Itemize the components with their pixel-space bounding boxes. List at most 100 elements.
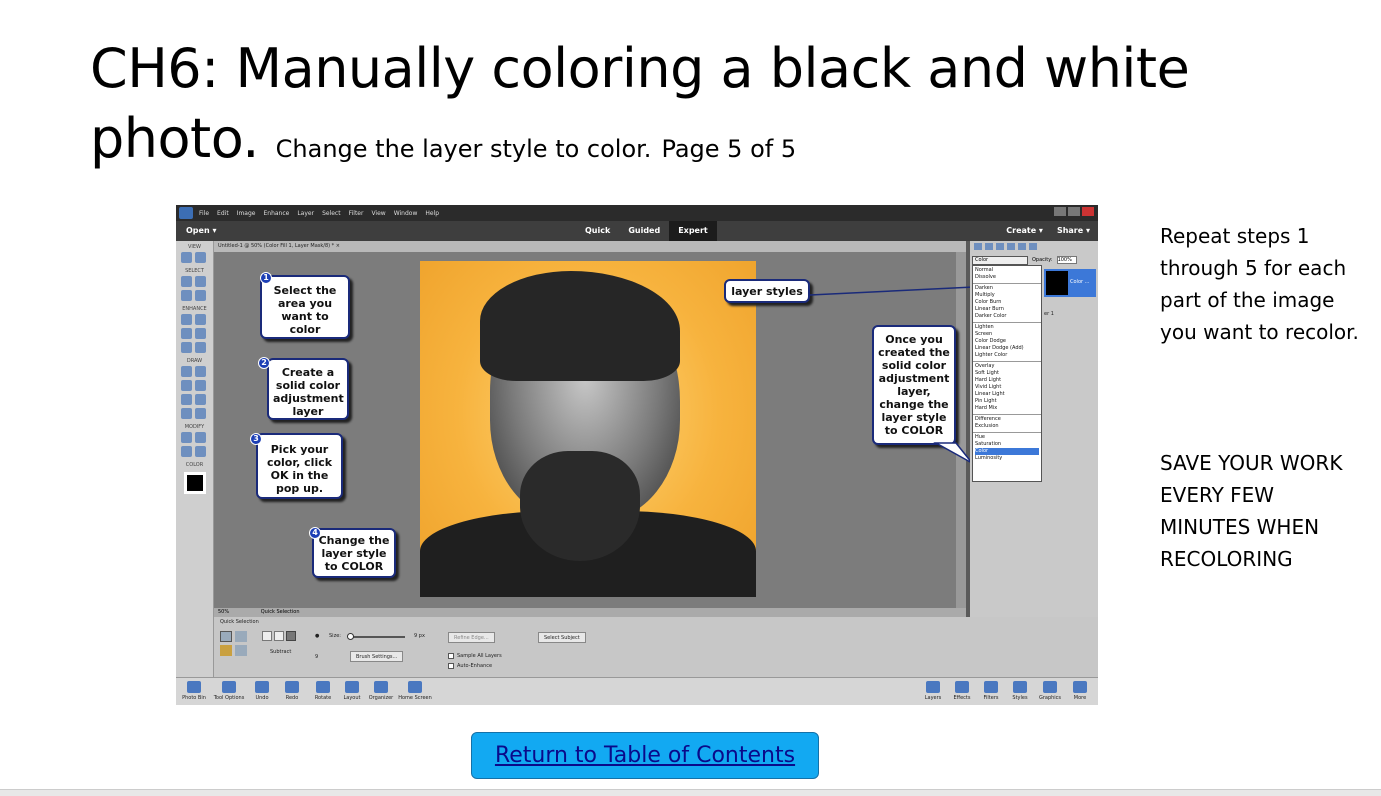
size-label: Size:	[329, 633, 341, 639]
blend-option[interactable]: Difference	[975, 416, 1039, 423]
magic-wand-icon[interactable]	[220, 645, 232, 656]
bottom-taskbar: Photo Bin Tool Options Undo Redo Rotate …	[176, 677, 1098, 705]
filters-button[interactable]: Filters	[979, 681, 1003, 701]
rotate-button[interactable]: Rotate	[310, 681, 336, 701]
auto-enhance-checkbox[interactable]	[448, 663, 454, 669]
new-selection-icon[interactable]	[262, 631, 272, 641]
tool-options-label: Tool Options	[213, 695, 245, 701]
opacity-value: 100%	[1057, 257, 1072, 263]
blend-option[interactable]: Saturation	[975, 441, 1039, 448]
mask-icon[interactable]	[1007, 243, 1015, 250]
layout-label: Layout	[343, 695, 361, 701]
trash-icon[interactable]	[1029, 243, 1037, 250]
blend-option[interactable]: Hard Mix	[975, 405, 1039, 412]
subtract-selection-icon[interactable]	[286, 631, 296, 641]
brush-number: 9	[315, 654, 319, 660]
blend-option[interactable]: Color Burn	[975, 299, 1039, 306]
layers-panel: Color Opacity: 100% Normal Dissolve Dark…	[970, 241, 1098, 677]
blend-option[interactable]: Multiply	[975, 292, 1039, 299]
adjustment-icon[interactable]	[996, 243, 1004, 250]
select-subject-button[interactable]: Select Subject	[538, 632, 586, 643]
blend-option[interactable]: Vivid Light	[975, 384, 1039, 391]
plus-icon	[1043, 681, 1057, 693]
undo-button[interactable]: Undo	[250, 681, 274, 701]
blend-option[interactable]: Color Dodge	[975, 338, 1039, 345]
blend-option[interactable]: Normal	[975, 267, 1039, 274]
home-icon	[408, 681, 422, 693]
return-to-toc-link[interactable]: Return to Table of Contents	[471, 732, 819, 779]
size-slider[interactable]	[349, 636, 405, 638]
blend-option[interactable]: Linear Light	[975, 391, 1039, 398]
group-icon[interactable]	[985, 243, 993, 250]
sample-all-layers-label: Sample All Layers	[457, 653, 502, 659]
blend-option[interactable]: Linear Burn	[975, 306, 1039, 313]
home-screen-button[interactable]: Home Screen	[396, 681, 434, 701]
selection-brush-icon[interactable]	[235, 631, 247, 642]
redo-label: Redo	[285, 695, 299, 701]
organizer-icon	[374, 681, 388, 693]
blend-option[interactable]: Darken	[975, 285, 1039, 292]
photo-bin-button[interactable]: Photo Bin	[179, 681, 209, 701]
effects-label: Effects	[953, 695, 971, 701]
filters-icon	[984, 681, 998, 693]
add-selection-icon[interactable]	[274, 631, 284, 641]
refine-brush-icon[interactable]	[235, 645, 247, 656]
photo-bin-icon	[187, 681, 201, 693]
undo-icon	[255, 681, 269, 693]
layout-button[interactable]: Layout	[340, 681, 364, 701]
blend-option[interactable]: Exclusion	[975, 423, 1039, 430]
blend-mode-select[interactable]: Color	[972, 255, 1028, 265]
blend-option[interactable]: Hard Light	[975, 377, 1039, 384]
blend-option[interactable]: Lighten	[975, 324, 1039, 331]
slide-title: CH6: Manually coloring a black and white…	[90, 34, 1210, 184]
redo-button[interactable]: Redo	[280, 681, 304, 701]
title-line-2-text: photo.	[90, 107, 259, 170]
organizer-button[interactable]: Organizer	[366, 681, 396, 701]
refine-edge-button[interactable]: Refine Edge...	[448, 632, 495, 643]
blend-option[interactable]: Overlay	[975, 363, 1039, 370]
sample-all-layers-checkbox[interactable]	[448, 653, 454, 659]
brush-settings-button[interactable]: Brush Settings...	[350, 651, 404, 662]
blend-option[interactable]: Luminosity	[975, 455, 1039, 462]
size-slider-handle[interactable]	[347, 633, 354, 640]
opacity-field[interactable]: 100%	[1056, 256, 1077, 264]
blend-option[interactable]: Pin Light	[975, 398, 1039, 405]
panel-icons	[970, 241, 1098, 253]
blend-row: Color Opacity: 100%	[972, 255, 1096, 265]
blend-option[interactable]: Darker Color	[975, 313, 1039, 320]
slide-bottom-edge	[0, 789, 1381, 796]
zoom-level: 50%	[218, 609, 230, 615]
layers-label: Layers	[924, 695, 942, 701]
blend-option[interactable]: Linear Dodge (Add)	[975, 345, 1039, 352]
blend-option[interactable]: Lighter Color	[975, 352, 1039, 359]
layer-1-label[interactable]: er 1	[1044, 311, 1054, 317]
blend-option[interactable]: Hue	[975, 434, 1039, 441]
status-bar: 50% Quick Selection	[214, 608, 966, 617]
styles-icon	[1013, 681, 1027, 693]
editor-screenshot: File Edit Image Enhance Layer Select Fil…	[176, 205, 1098, 705]
fx-icon	[955, 681, 969, 693]
repeat-steps-note: Repeat steps 1 through 5 for each part o…	[1160, 224, 1359, 344]
color-fill-layer[interactable]: Color ...	[1044, 269, 1096, 297]
layers-icon	[926, 681, 940, 693]
tool-options-icon	[222, 681, 236, 693]
title-line-1: CH6: Manually coloring a black and white	[90, 37, 1190, 100]
tool-options-button[interactable]: Tool Options	[210, 681, 248, 701]
effects-button[interactable]: Effects	[950, 681, 974, 701]
quick-selection-mode-icon[interactable]	[220, 631, 232, 642]
graphics-button[interactable]: Graphics	[1036, 681, 1064, 701]
rotate-icon	[316, 681, 330, 693]
page-indicator: Page 5 of 5	[661, 135, 797, 163]
blend-option-selected[interactable]: Color	[975, 448, 1039, 455]
new-layer-icon[interactable]	[974, 243, 982, 250]
layers-button[interactable]: Layers	[920, 681, 946, 701]
undo-label: Undo	[255, 695, 269, 701]
photo-bin-label: Photo Bin	[182, 695, 206, 701]
blend-option[interactable]: Screen	[975, 331, 1039, 338]
layer-mask-thumbnail	[1046, 271, 1068, 295]
blend-option[interactable]: Dissolve	[975, 274, 1039, 281]
blend-option[interactable]: Soft Light	[975, 370, 1039, 377]
styles-button[interactable]: Styles	[1008, 681, 1032, 701]
lock-icon[interactable]	[1018, 243, 1026, 250]
more-button[interactable]: More	[1068, 681, 1092, 701]
